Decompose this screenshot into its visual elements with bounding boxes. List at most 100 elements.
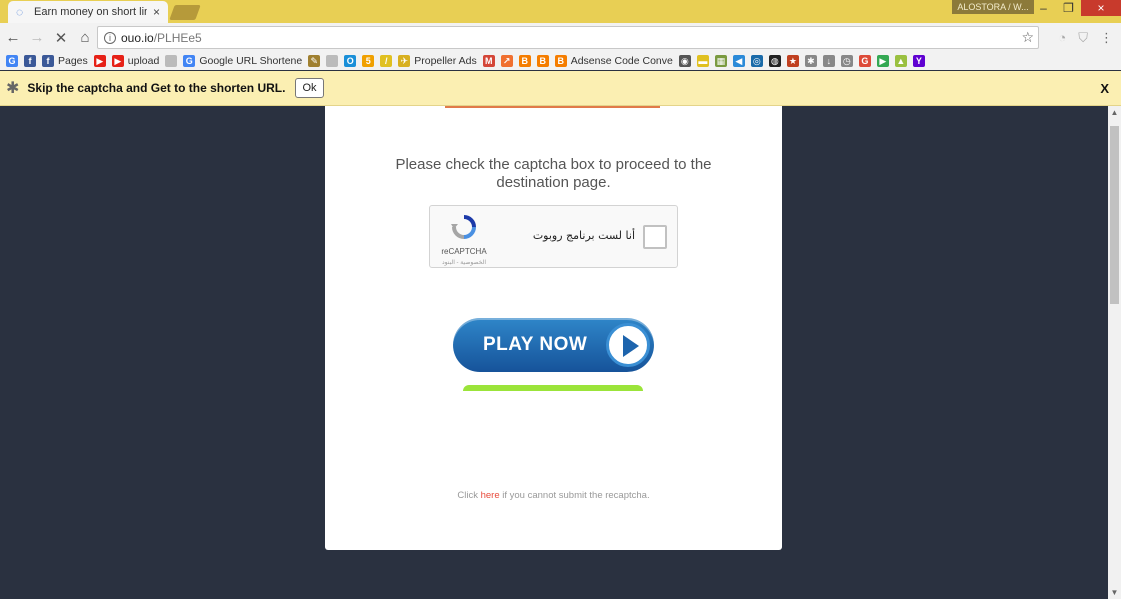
forward-button[interactable]: → xyxy=(26,29,48,46)
ext-icon: ◀ xyxy=(732,55,745,67)
address-bar[interactable]: i ouo.io/PLHEe5 ☆ xyxy=(97,26,1039,49)
bookmark-item[interactable]: f xyxy=(24,55,36,67)
new-tab-button[interactable] xyxy=(169,5,201,20)
bookmark-item[interactable]: B xyxy=(536,55,549,67)
stop-button[interactable]: ✕ xyxy=(50,29,72,47)
footnote-text-after: if you cannot submit the recaptcha. xyxy=(499,490,650,501)
bookmark-item[interactable]: ◉ xyxy=(678,55,691,67)
play-now-button[interactable]: PLAY NOW xyxy=(453,318,654,372)
bookmark-item[interactable]: O xyxy=(344,55,357,67)
gplus-icon: G xyxy=(858,55,871,67)
download-icon: ↓ xyxy=(822,55,835,67)
infobar: ✱ Skip the captcha and Get to the shorte… xyxy=(0,71,1121,106)
tab-title: Earn money on short link xyxy=(34,6,147,18)
footnote-text-before: Click xyxy=(457,490,481,501)
five-icon: 5 xyxy=(362,55,375,67)
ext-icon: ◎ xyxy=(750,55,763,67)
back-button[interactable]: ← xyxy=(2,29,24,46)
content-card: Please check the captcha box to proceed … xyxy=(325,106,782,550)
recaptcha-logo: reCAPTCHA الخصوصية - البنود xyxy=(438,214,490,266)
play-triangle-icon xyxy=(623,335,639,357)
bookmark-item[interactable]: ✱ xyxy=(804,55,817,67)
bookmark-item[interactable]: ◎ xyxy=(750,55,763,67)
here-link[interactable]: here xyxy=(481,490,500,501)
minimize-button[interactable]: – xyxy=(1031,0,1056,16)
bookmark-label: Propeller Ads xyxy=(414,55,477,67)
bookmark-label: Adsense Code Conve xyxy=(570,55,673,67)
bookmark-item[interactable]: G xyxy=(6,55,18,67)
bookmark-item[interactable]: ◀ xyxy=(732,55,745,67)
close-window-button[interactable]: × xyxy=(1081,0,1121,16)
scroll-up-icon[interactable]: ▲ xyxy=(1108,108,1121,117)
loading-icon: ◌ xyxy=(16,5,24,19)
bookmark-item[interactable]: / xyxy=(380,55,393,67)
browser-toolbar: ← → ✕ ⌂ i ouo.io/PLHEe5 ☆ ◔ ⛉ ⋮ xyxy=(0,23,1121,52)
home-button[interactable]: ⌂ xyxy=(74,29,96,46)
bookmark-item[interactable]: ▶ upload xyxy=(111,55,160,67)
info-icon[interactable]: i xyxy=(104,31,116,44)
bookmark-item[interactable]: ▬ xyxy=(696,55,709,67)
bookmark-item[interactable]: f Pages xyxy=(42,55,88,67)
infobar-close-button[interactable]: X xyxy=(1100,81,1109,96)
bookmark-item[interactable]: G Google URL Shortene xyxy=(183,55,302,67)
recaptcha-icon xyxy=(451,215,476,239)
bookmarks-bar: Gf f Pages ▶ ▶ upload G Google URL Shortene ✎ O 5/… xyxy=(0,52,1121,70)
scrollbar-thumb[interactable] xyxy=(1110,126,1119,304)
ok-button[interactable]: Ok xyxy=(295,78,324,98)
restore-button[interactable]: ❐ xyxy=(1056,0,1081,16)
youtube-icon: ▶ xyxy=(93,55,106,67)
url-host: ouo.io xyxy=(121,30,154,45)
bookmark-item[interactable] xyxy=(326,55,339,67)
bookmark-item[interactable]: ↗ xyxy=(500,55,513,67)
bookmark-item[interactable]: B xyxy=(518,55,531,67)
bookmark-item[interactable]: B Adsense Code Conve xyxy=(554,55,673,67)
recaptcha-label: أنا لست برنامج روبوت xyxy=(532,229,635,242)
url-path: /PLHEe5 xyxy=(153,30,202,45)
bookmark-item[interactable]: Y xyxy=(912,55,925,67)
page-scrollbar[interactable]: ▲ ▼ xyxy=(1108,106,1121,599)
extension-icon[interactable]: ◔ xyxy=(1058,30,1066,46)
bookmark-item[interactable]: ▲ xyxy=(894,55,907,67)
bookmark-item[interactable]: ◍ xyxy=(768,55,781,67)
recaptcha-checkbox[interactable] xyxy=(643,225,667,249)
profile-button[interactable]: ALOSTORA / W... xyxy=(952,0,1034,14)
bookmark-item[interactable]: ▶ xyxy=(876,55,889,67)
tab-close-icon[interactable]: × xyxy=(153,5,160,19)
recaptcha-widget: reCAPTCHA الخصوصية - البنود أنا لست برنا… xyxy=(429,205,678,268)
bookmark-item[interactable]: ▦ xyxy=(714,55,727,67)
footnote: Click here if you cannot submit the reca… xyxy=(325,490,782,501)
ext-icon: ★ xyxy=(786,55,799,67)
shield-icon[interactable]: ⛉ xyxy=(1078,30,1088,46)
bookmark-label: Google URL Shortene xyxy=(199,55,303,67)
bookmark-item[interactable]: 5 xyxy=(362,55,375,67)
browser-tab[interactable]: ◌ Earn money on short link × xyxy=(8,1,168,23)
bookmark-label: upload xyxy=(127,55,160,67)
puzzle-icon: ✱ xyxy=(6,80,20,97)
ext-icon: ◍ xyxy=(768,55,781,67)
title-bar: ◌ Earn money on short link × ALOSTORA / … xyxy=(0,0,1121,23)
youtube-icon: ▶ xyxy=(111,55,124,67)
bookmark-item[interactable]: ↓ xyxy=(822,55,835,67)
ext-icon: ▬ xyxy=(696,55,709,67)
bookmark-item[interactable]: G xyxy=(858,55,871,67)
infobar-message: Skip the captcha and Get to the shorten … xyxy=(27,81,286,95)
blogger-icon: B xyxy=(554,55,567,67)
bookmark-item[interactable]: ★ xyxy=(786,55,799,67)
menu-icon[interactable]: ⋮ xyxy=(1100,30,1113,46)
page-icon xyxy=(165,55,178,67)
pencil-icon: / xyxy=(380,55,393,67)
bookmark-label: Pages xyxy=(58,55,88,67)
bookmark-item[interactable]: ✈ Propeller Ads xyxy=(398,55,477,67)
play-now-label: PLAY NOW xyxy=(483,334,588,355)
scroll-down-icon[interactable]: ▼ xyxy=(1108,588,1121,597)
o-icon: O xyxy=(344,55,357,67)
google-icon: G xyxy=(6,55,18,67)
recaptcha-terms[interactable]: الخصوصية - البنود xyxy=(438,259,490,266)
bookmark-item[interactable]: ✎ xyxy=(308,55,321,67)
bookmark-item[interactable]: ▶ xyxy=(93,55,106,67)
bookmark-item[interactable] xyxy=(165,55,178,67)
bookmark-item[interactable]: M xyxy=(482,55,495,67)
facebook-icon: f xyxy=(24,55,36,67)
bookmark-item[interactable]: ◷ xyxy=(840,55,853,67)
star-icon[interactable]: ☆ xyxy=(1021,29,1034,46)
